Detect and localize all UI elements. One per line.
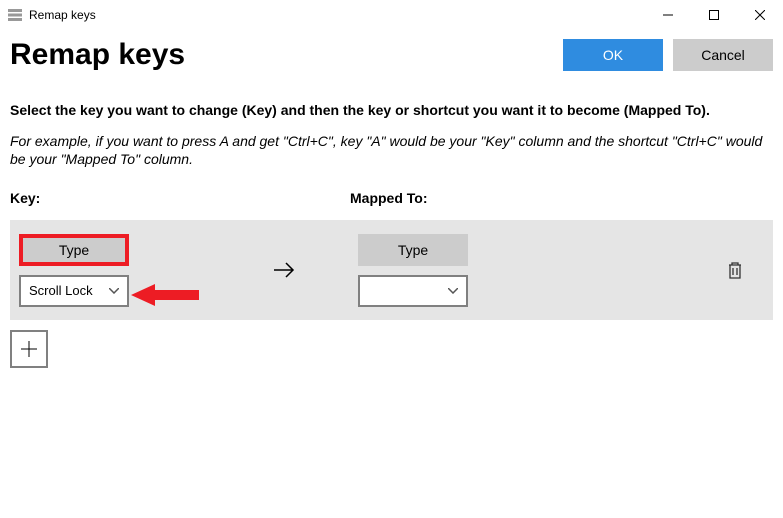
column-key-label: Key: bbox=[10, 190, 350, 206]
column-mapped-label: Mapped To: bbox=[350, 190, 773, 206]
key-dropdown-value: Scroll Lock bbox=[29, 283, 109, 298]
add-button[interactable] bbox=[10, 330, 48, 368]
maximize-icon bbox=[709, 10, 719, 20]
minimize-button[interactable] bbox=[645, 0, 691, 30]
app-icon bbox=[8, 9, 22, 21]
mapping-row: Type Scroll Lock Type bbox=[10, 220, 773, 320]
instruction-example: For example, if you want to press A and … bbox=[10, 132, 773, 168]
chevron-down-icon bbox=[109, 288, 119, 294]
key-cell: Type Scroll Lock bbox=[10, 234, 210, 307]
cancel-button[interactable]: Cancel bbox=[673, 39, 773, 71]
page-title: Remap keys bbox=[10, 38, 185, 72]
columns-header: Key: Mapped To: bbox=[10, 190, 773, 206]
trash-icon[interactable] bbox=[727, 261, 743, 279]
ok-button[interactable]: OK bbox=[563, 39, 663, 71]
mapped-dropdown[interactable] bbox=[358, 275, 468, 307]
minimize-icon bbox=[663, 10, 673, 20]
header-row: Remap keys OK Cancel bbox=[10, 38, 773, 72]
mapped-type-button[interactable]: Type bbox=[358, 234, 468, 266]
add-row-area bbox=[10, 330, 773, 368]
delete-cell bbox=[558, 261, 773, 279]
content-area: Remap keys OK Cancel Select the key you … bbox=[0, 30, 783, 376]
close-icon bbox=[755, 10, 765, 20]
header-buttons: OK Cancel bbox=[563, 39, 773, 71]
chevron-down-icon bbox=[448, 288, 458, 294]
titlebar-buttons bbox=[645, 0, 783, 30]
arrow-cell bbox=[210, 260, 358, 280]
key-type-button[interactable]: Type bbox=[19, 234, 129, 266]
plus-icon bbox=[20, 340, 38, 358]
titlebar: Remap keys bbox=[0, 0, 783, 30]
arrow-right-icon bbox=[272, 260, 296, 280]
window-title: Remap keys bbox=[29, 8, 645, 22]
instruction-main: Select the key you want to change (Key) … bbox=[10, 102, 773, 118]
key-dropdown[interactable]: Scroll Lock bbox=[19, 275, 129, 307]
close-button[interactable] bbox=[737, 0, 783, 30]
mapped-cell: Type bbox=[358, 234, 558, 307]
maximize-button[interactable] bbox=[691, 0, 737, 30]
